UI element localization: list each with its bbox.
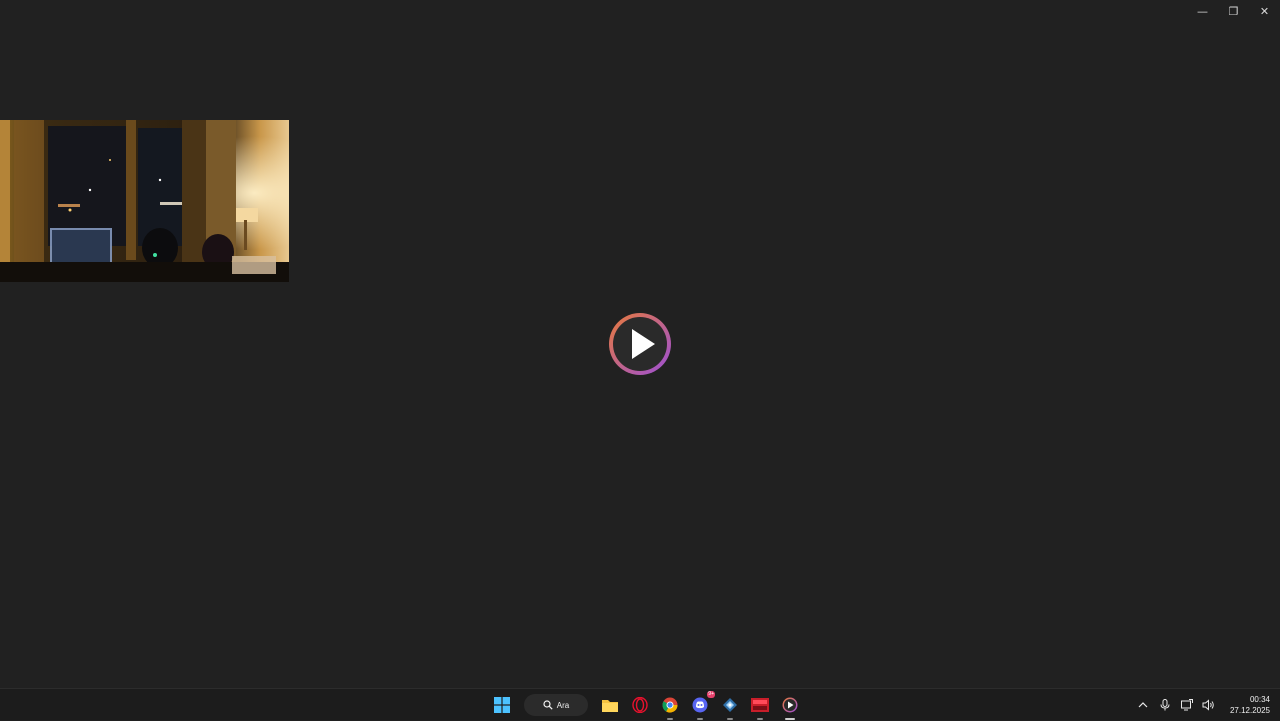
clock[interactable]: 00:34 27.12.2025	[1230, 694, 1270, 716]
search-box[interactable]: Ara	[524, 694, 588, 716]
play-button[interactable]	[608, 312, 672, 376]
search-label: Ara	[556, 700, 570, 710]
notification-badge: 9+	[707, 691, 715, 698]
opera-icon[interactable]	[628, 693, 652, 717]
clock-date: 27.12.2025	[1229, 706, 1270, 715]
app-icon[interactable]	[718, 693, 742, 720]
video-thumbnail[interactable]	[0, 120, 289, 282]
clock-time: 00:34	[1249, 695, 1270, 704]
maximize-button[interactable]: ❐	[1218, 0, 1249, 22]
taskbar: Ara 9+ 00:34 27.12.2025	[0, 688, 1280, 720]
chevron-up-icon[interactable]	[1136, 698, 1150, 712]
search-icon	[543, 700, 553, 710]
file-explorer-icon[interactable]	[598, 693, 622, 717]
discord-icon[interactable]: 9+	[688, 691, 715, 720]
media-player-window: — ❐ ✕	[0, 0, 1280, 688]
window-controls: — ❐ ✕	[1187, 0, 1280, 22]
minimize-button[interactable]: —	[1187, 0, 1218, 22]
windows-start-icon[interactable]	[490, 693, 514, 717]
media-player-icon[interactable]	[778, 693, 802, 720]
network-icon[interactable]	[1180, 698, 1194, 712]
system-tray: 00:34 27.12.2025	[1136, 689, 1270, 721]
microphone-icon[interactable]	[1158, 698, 1172, 712]
taskbar-pinned-apps: Ara 9+	[490, 689, 802, 721]
volume-icon[interactable]	[1202, 698, 1216, 712]
play-icon	[609, 313, 671, 375]
chrome-icon[interactable]	[658, 693, 682, 720]
room-scene-image	[0, 120, 289, 282]
close-button[interactable]: ✕	[1249, 0, 1280, 22]
video-editor-icon[interactable]	[748, 693, 772, 720]
